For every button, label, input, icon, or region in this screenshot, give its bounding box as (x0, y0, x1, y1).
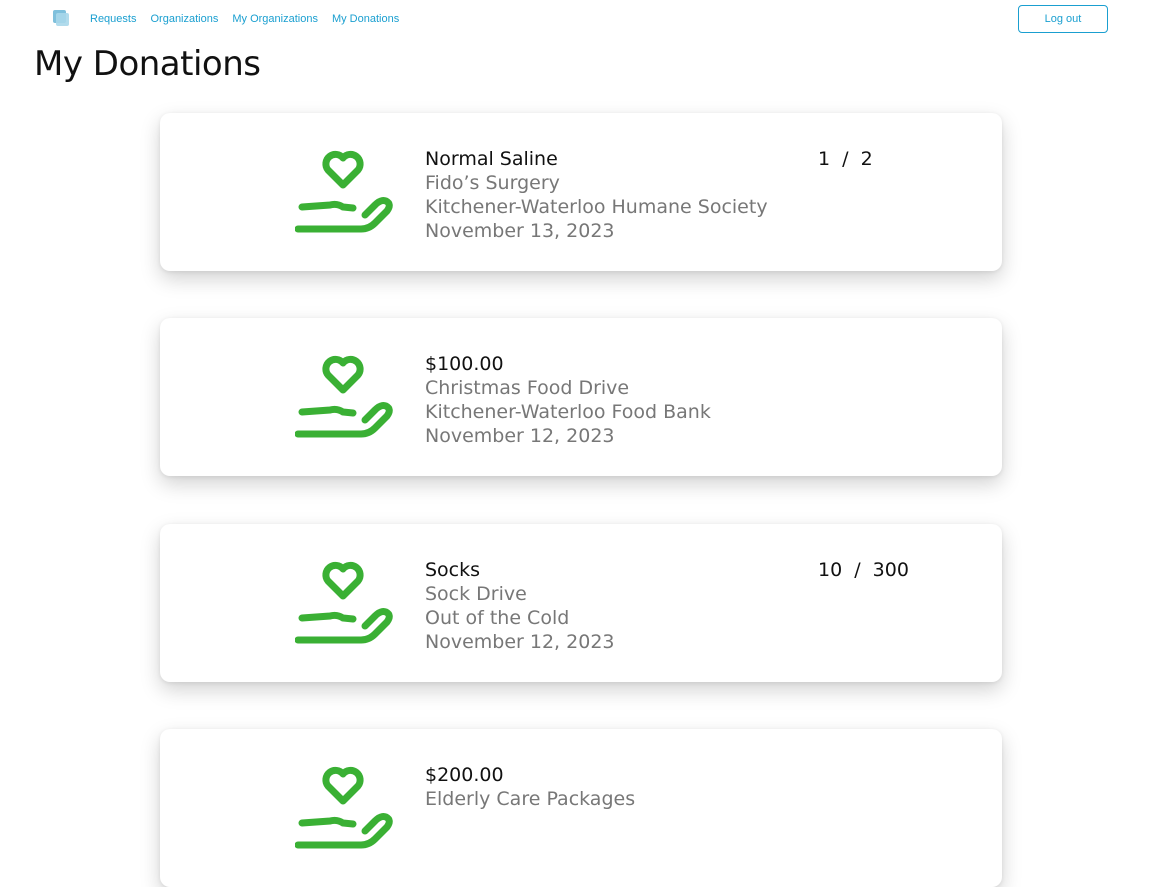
donate-hand-heart-icon (295, 766, 393, 849)
navbar: Requests Organizations My Organizations … (0, 0, 1163, 38)
donation-date: November 12, 2023 (425, 425, 615, 447)
donation-campaign: Fido’s Surgery (425, 172, 560, 194)
donate-hand-heart-icon (295, 150, 393, 233)
donation-card[interactable]: Normal Saline Fido’s Surgery Kitchener-W… (160, 113, 1002, 271)
donation-organization: Out of the Cold (425, 607, 570, 629)
donation-progress: 10 / 300 (818, 559, 909, 581)
donation-item: $200.00 (425, 764, 504, 786)
donation-item: Normal Saline (425, 148, 558, 170)
donate-hand-heart-icon (295, 355, 393, 438)
nav-links: Requests Organizations My Organizations … (90, 13, 413, 25)
donation-card[interactable]: $100.00 Christmas Food Drive Kitchener-W… (160, 318, 1002, 476)
donation-progress: 1 / 2 (818, 148, 873, 170)
nav-link-requests[interactable]: Requests (90, 13, 136, 25)
donation-campaign: Christmas Food Drive (425, 377, 630, 399)
donation-organization: Kitchener-Waterloo Humane Society (425, 196, 768, 218)
donate-hand-heart-icon (295, 561, 393, 644)
logout-button[interactable]: Log out (1018, 5, 1108, 33)
app-logo[interactable] (53, 10, 71, 26)
donation-info: $200.00 Elderly Care Packages (425, 763, 635, 811)
donation-item: Socks (425, 559, 481, 581)
donation-campaign: Elderly Care Packages (425, 788, 636, 810)
nav-link-organizations[interactable]: Organizations (150, 13, 218, 25)
donation-date: November 13, 2023 (425, 220, 615, 242)
donation-organization: Kitchener-Waterloo Food Bank (425, 401, 711, 423)
donation-card[interactable]: $200.00 Elderly Care Packages (160, 729, 1002, 887)
donation-date: November 12, 2023 (425, 631, 615, 653)
page-title: My Donations (34, 44, 261, 84)
donation-campaign: Sock Drive (425, 583, 527, 605)
donation-info: Socks Sock Drive Out of the Cold Novembe… (425, 558, 615, 654)
donation-card[interactable]: Socks Sock Drive Out of the Cold Novembe… (160, 524, 1002, 682)
donation-item: $100.00 (425, 353, 504, 375)
nav-link-my-donations[interactable]: My Donations (332, 13, 399, 25)
donation-info: $100.00 Christmas Food Drive Kitchener-W… (425, 352, 711, 448)
nav-link-my-organizations[interactable]: My Organizations (232, 13, 318, 25)
donation-info: Normal Saline Fido’s Surgery Kitchener-W… (425, 147, 768, 243)
